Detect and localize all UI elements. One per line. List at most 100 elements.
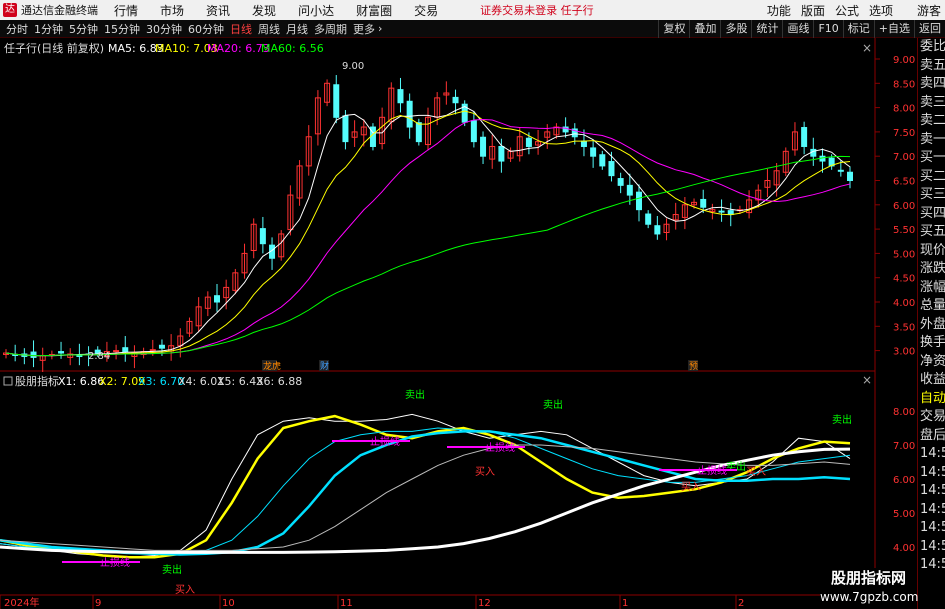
period-toolbar: 分时 1分钟 5分钟 15分钟 30分钟 60分钟 日线 周线 月线 多周期 更… [0,20,945,38]
side-panel-item[interactable]: 买一 [918,149,945,168]
tool-button[interactable]: 复权 [658,20,689,38]
time-label: 2 [738,598,744,609]
tool-button[interactable]: 标记 [842,20,874,38]
candle-body [333,84,340,118]
tab-period[interactable]: 5分钟 [69,21,98,37]
side-panel-item[interactable]: 委比 [918,38,945,57]
candle-body [76,354,83,357]
side-panel-item[interactable]: 总量 [918,297,945,316]
side-panel-item[interactable]: 卖二 [918,112,945,131]
menu-item[interactable]: 交易 [414,2,438,19]
candle-body [654,225,661,235]
candle-body [608,161,615,177]
tab-period[interactable]: 周线 [258,21,280,37]
tab-period[interactable]: 分时 [6,21,28,37]
price-tick-label: 9.00 [893,55,915,66]
signal-label-buy: 买入 [175,584,195,596]
signal-label-buy: 买入 [746,466,766,478]
sub-tick-label: 7.00 [893,441,915,452]
candle-body [122,347,129,353]
tab-period[interactable]: 月线 [286,21,308,37]
menu-right-item[interactable]: 游客 [917,2,941,19]
side-panel-item[interactable]: 14:56 [918,556,945,575]
sub-tick-label: 4.00 [893,543,915,554]
side-panel-item[interactable]: 自动 [918,390,945,409]
side-panel-item[interactable]: 收益 [918,371,945,390]
menu-item[interactable]: 发现 [252,2,276,19]
kline-chart[interactable]: 9.00 8.50 8.00 7.50 7.00 6.50 6.00 5.50 5.00 4.50… [0,38,917,609]
side-panel-item[interactable]: 卖一 [918,131,945,150]
side-panel-item[interactable]: 交易 [918,408,945,427]
tab-period-active[interactable]: 日线 [230,21,252,37]
side-panel-item[interactable]: 换手 [918,334,945,353]
time-label: 11 [340,598,353,609]
tab-period[interactable]: 60分钟 [188,21,224,37]
price-tick-label: 7.00 [893,152,915,163]
price-tick-label: 7.50 [893,128,915,139]
side-panel-item[interactable]: 外盘 [918,316,945,335]
side-panel-item[interactable]: 14:56 [918,501,945,520]
tool-button[interactable]: 画线 [782,20,813,38]
tool-button[interactable]: F10 [813,20,842,38]
side-panel-item[interactable]: 卖三 [918,94,945,113]
side-panel-item[interactable]: 14:56 [918,538,945,557]
chevron-right-icon[interactable]: › [378,22,382,35]
candle-body [645,213,652,225]
price-tick-label: 4.00 [893,298,915,309]
side-panel-item[interactable]: 14:56 [918,464,945,483]
sub-chart-title[interactable]: 股朋指标 [15,374,59,388]
tab-period[interactable]: 多周期 [314,21,347,37]
signal-label-sell: 卖出 [405,388,425,401]
candle-body [113,350,120,353]
tab-period[interactable]: 15分钟 [104,21,140,37]
menu-item[interactable]: 资讯 [206,2,230,19]
side-panel-item[interactable]: 涨幅 [918,279,945,298]
tab-period[interactable]: 1分钟 [34,21,63,37]
candle-body [415,122,422,143]
quote-side-panel: 委比 卖五 卖四 卖三 卖二 卖一 买一 买二 买三 买四 买五 现价 涨跌 涨幅 总量 外盘 换手 净资 收益 自动… [917,38,945,609]
time-label: 1 [622,598,628,609]
close-icon[interactable]: × [862,373,872,387]
tool-button[interactable]: 返回 [914,20,945,38]
login-warning[interactable]: 证券交易未登录 任子行 [480,2,594,18]
side-panel-item[interactable]: 盘后 [918,427,945,446]
menu-item[interactable]: 问小达 [298,2,334,19]
menu-item[interactable]: 财富圈 [356,2,392,19]
candle-body [599,154,606,167]
price-tick-label: 8.00 [893,104,915,115]
side-panel-item[interactable]: 14:56 [918,445,945,464]
sub-tick-label: 6.00 [893,475,915,486]
signal-label-buy: 买入 [681,481,701,493]
candle-body [470,120,477,143]
tool-button[interactable]: 统计 [751,20,782,38]
close-icon[interactable]: × [862,41,872,55]
tab-period[interactable]: 30分钟 [146,21,182,37]
tool-button[interactable]: +自选 [873,20,914,38]
signal-label-sell: 卖出 [832,413,852,426]
signal-label-buy: 买入 [475,466,495,478]
menu-right-item[interactable]: 公式 [835,2,859,19]
tool-button[interactable]: 叠加 [689,20,720,38]
candle-body [58,351,65,354]
side-panel-item[interactable]: 买四 [918,205,945,224]
menu-item[interactable]: 市场 [160,2,184,19]
menu-right-item[interactable]: 功能 [767,2,791,19]
side-panel-item[interactable]: 14:56 [918,519,945,538]
side-panel-item[interactable]: 买五 [918,223,945,242]
side-panel-item[interactable]: 现价 [918,242,945,261]
tab-period[interactable]: 更多 [353,21,375,37]
side-panel-item[interactable]: 14:56 [918,482,945,501]
price-tick-label: 6.50 [893,177,915,188]
menu-item[interactable]: 行情 [114,2,138,19]
candle-body [525,137,532,147]
side-panel-item[interactable]: 买三 [918,186,945,205]
menu-right-item[interactable]: 版面 [801,2,825,19]
tool-button[interactable]: 多股 [720,20,751,38]
side-panel-item[interactable]: 买二 [918,168,945,187]
side-panel-item[interactable]: 卖五 [918,57,945,76]
side-panel-item[interactable]: 卖四 [918,75,945,94]
side-panel-item[interactable]: 涨跌 [918,260,945,279]
candle-body [214,295,220,303]
menu-right-item[interactable]: 选项 [869,2,893,19]
side-panel-item[interactable]: 净资 [918,353,945,372]
